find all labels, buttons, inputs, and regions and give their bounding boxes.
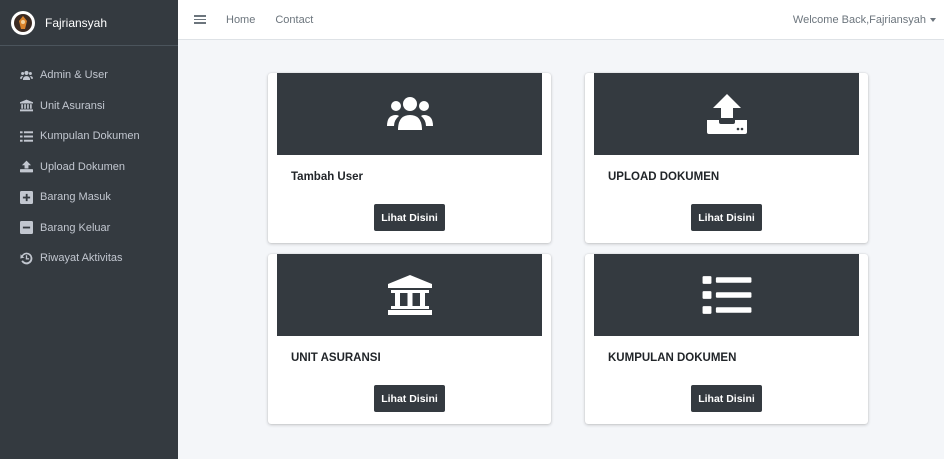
users-icon [386,97,433,130]
sidebar-nav: Admin & User Unit Asuransi Kumpulan Doku… [0,46,178,274]
card-hero [277,254,542,336]
brand-logo-icon [11,10,35,35]
lihat-disini-button[interactable]: Lihat Disini [374,204,445,231]
plus-square-icon [18,190,34,204]
sidebar: Fajriansyah Admin & User Unit Asuransi K… [0,0,178,459]
university-icon [387,275,432,315]
lihat-disini-button[interactable]: Lihat Disini [691,204,762,231]
upload-icon [18,160,34,174]
brand-link[interactable]: Fajriansyah [0,0,178,46]
user-dropdown[interactable]: Welcome Back,Fajriansyah [793,14,936,26]
list-icon [702,276,751,314]
sidebar-item-kumpulan-dokumen[interactable]: Kumpulan Dokumen [0,121,178,152]
card-hero [594,254,859,336]
sidebar-item-upload-dokumen[interactable]: Upload Dokumen [0,152,178,183]
upload-icon [706,94,747,134]
sidebar-item-unit-asuransi[interactable]: Unit Asuransi [0,91,178,122]
sidebar-item-barang-masuk[interactable]: Barang Masuk [0,182,178,213]
users-icon [18,68,34,82]
list-icon [18,129,34,143]
welcome-text: Welcome Back,Fajriansyah [792,13,926,26]
card-title: UNIT ASURANSI [291,352,381,364]
card-hero [594,73,859,155]
minus-square-icon [18,221,34,235]
sidebar-item-label: Unit Asuransi [40,99,105,112]
card-tambah-user: Tambah User Lihat Disini [268,73,551,243]
sidebar-item-label: Barang Masuk [40,191,111,204]
card-kumpulan-dokumen: KUMPULAN DOKUMEN Lihat Disini [585,254,868,424]
sidebar-item-label: Kumpulan Dokumen [40,130,140,143]
card-hero [277,73,542,155]
university-icon [18,99,34,113]
nav-link-contact[interactable]: Contact [275,14,313,26]
sidebar-item-barang-keluar[interactable]: Barang Keluar [0,213,178,244]
card-unit-asuransi: UNIT ASURANSI Lihat Disini [268,254,551,424]
card-title: KUMPULAN DOKUMEN [608,352,737,364]
card-title: UPLOAD DOKUMEN [608,171,720,183]
lihat-disini-button[interactable]: Lihat Disini [691,385,762,412]
nav-link-home[interactable]: Home [226,14,255,26]
sidebar-item-label: Riwayat Aktivitas [40,252,123,265]
sidebar-item-label: Upload Dokumen [40,160,125,173]
brand-name: Fajriansyah [45,15,108,30]
card-upload-dokumen: UPLOAD DOKUMEN Lihat Disini [585,73,868,243]
caret-down-icon [930,17,936,22]
lihat-disini-button[interactable]: Lihat Disini [374,385,445,412]
sidebar-item-admin-user[interactable]: Admin & User [0,60,178,91]
sidebar-item-riwayat-aktivitas[interactable]: Riwayat Aktivitas [0,243,178,274]
sidebar-item-label: Barang Keluar [40,221,111,234]
top-navbar: Home Contact Welcome Back,Fajriansyah [178,0,944,40]
history-icon [18,251,34,265]
card-title: Tambah User [291,171,364,183]
menu-toggle-icon[interactable] [194,15,206,24]
sidebar-item-label: Admin & User [40,69,108,82]
